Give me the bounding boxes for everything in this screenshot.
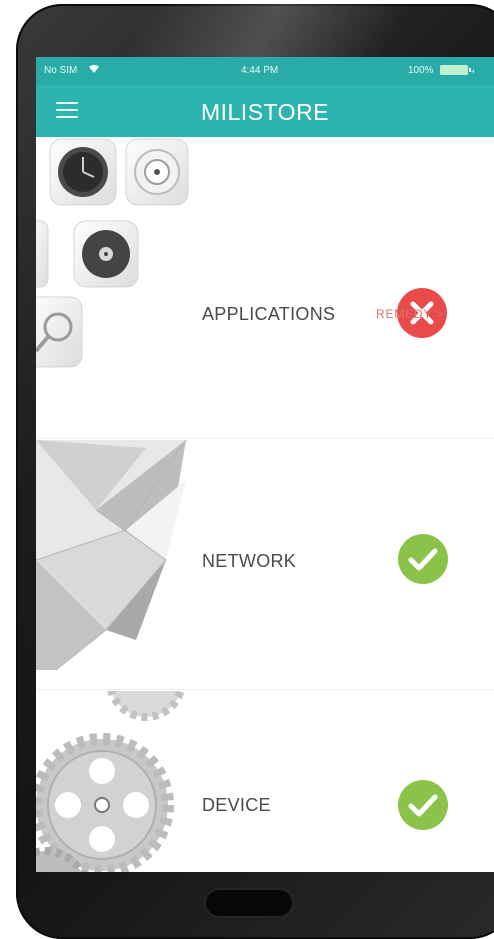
clock-text: 4:44 PM <box>241 65 279 76</box>
network-label: NETWORK <box>202 551 297 571</box>
app-screen: No SIM 4:44 PM 100% + MILISTORE APPLICAT… <box>36 57 494 872</box>
applications-label: APPLICATIONS <box>202 304 336 324</box>
wifi-icon <box>89 64 99 73</box>
app-icons-illustration <box>36 138 189 368</box>
check-circle-icon <box>398 534 448 584</box>
remedy-link[interactable]: REMEDY > <box>376 307 444 321</box>
network-polygon-illustration <box>36 440 187 671</box>
device-row[interactable]: DEVICE <box>36 691 494 872</box>
svg-text:+: + <box>471 67 474 75</box>
network-row[interactable]: NETWORK <box>36 440 494 690</box>
app-header: MILISTORE <box>36 85 494 137</box>
row-divider <box>36 438 494 439</box>
check-circle-icon <box>398 780 448 830</box>
home-button[interactable] <box>206 890 292 916</box>
battery-icon: + <box>440 65 474 75</box>
status-bar: No SIM 4:44 PM 100% + <box>36 57 494 85</box>
device-gears-illustration <box>36 691 185 872</box>
applications-row[interactable]: APPLICATIONS REMEDY > <box>36 137 494 439</box>
phone-glare <box>118 4 414 64</box>
device-label: DEVICE <box>202 795 271 815</box>
battery-percent: 100% <box>408 65 434 76</box>
app-title: MILISTORE <box>200 99 330 125</box>
carrier-text: No SIM <box>44 65 78 76</box>
row-divider <box>36 689 494 690</box>
